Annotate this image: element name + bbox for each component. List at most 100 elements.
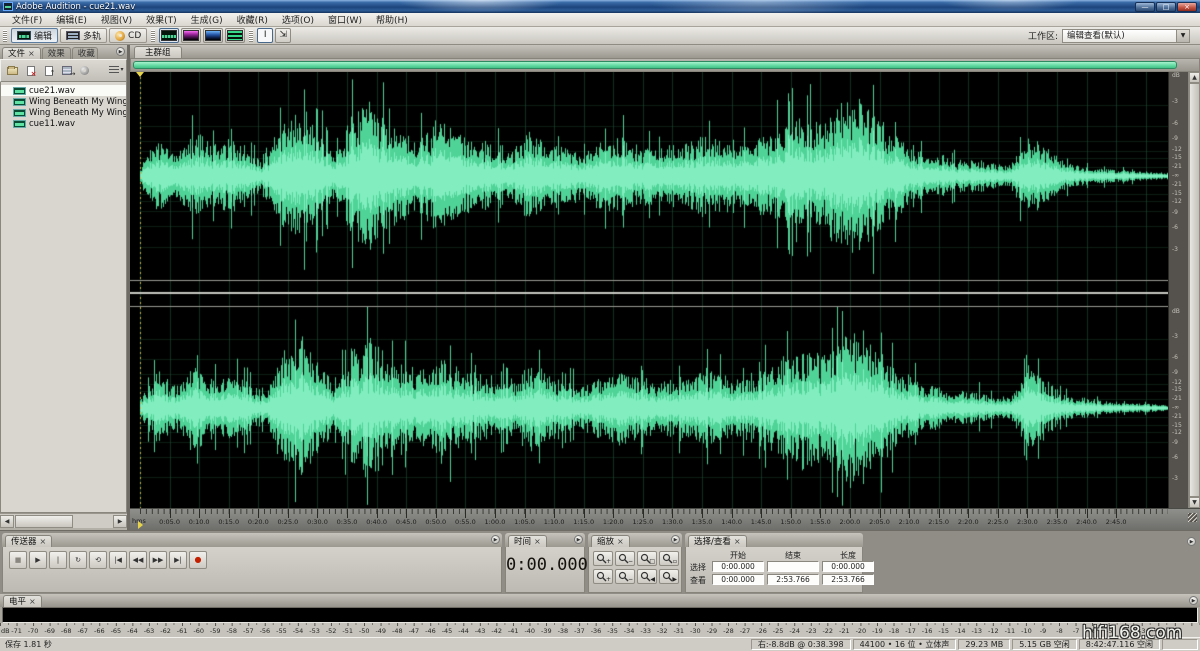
fast-forward-button[interactable]: ▶▶ (149, 551, 167, 569)
length-value-field[interactable]: 0:00.000 (822, 561, 874, 572)
time-tab[interactable]: 时间× (508, 535, 547, 547)
start-value-field[interactable]: 0:00.000 (712, 574, 764, 585)
close-file-button[interactable] (22, 62, 39, 79)
maximize-button[interactable]: □ (1156, 2, 1176, 12)
pause-button[interactable]: ‖ (49, 551, 67, 569)
zoom-in-vertical-button[interactable]: + (593, 569, 613, 584)
close-icon[interactable]: × (534, 537, 541, 546)
record-button[interactable]: ● (189, 551, 207, 569)
files-panel-tab-2[interactable]: 效果 (42, 47, 71, 59)
menu-item[interactable]: 选项(O) (275, 12, 321, 27)
level-tab[interactable]: 电平× (3, 595, 42, 607)
toolbar-grip[interactable] (151, 30, 155, 42)
close-icon[interactable]: × (28, 49, 35, 58)
level-meter-bar[interactable] (2, 607, 1198, 623)
tab-overflow-button[interactable]: ▶ (116, 47, 125, 56)
zoom-out-vertical-button[interactable]: − (615, 569, 635, 584)
vertical-scrollbar-thumb[interactable] (1189, 83, 1200, 497)
cd-view-button[interactable]: CD (109, 28, 147, 43)
spectral-pan-button[interactable] (203, 28, 223, 43)
loop-button[interactable]: ⟲ (89, 551, 107, 569)
playhead-marker-icon[interactable] (136, 72, 144, 77)
file-list-item[interactable]: Wing Beneath My Wings CUE2 (1, 107, 126, 118)
vertical-scrollbar[interactable]: ▲ ▼ (1188, 72, 1200, 508)
zoom-out-horizontal-button[interactable]: − (615, 551, 635, 566)
time-selection-tool-button[interactable]: I (257, 28, 273, 43)
timeline-grip-icon[interactable] (1188, 513, 1197, 522)
menu-item[interactable]: 文件(F) (5, 12, 49, 27)
zoom-selection-right-button[interactable]: ▶ (659, 569, 679, 584)
go-to-end-button[interactable]: ▶| (169, 551, 187, 569)
scroll-down-arrow[interactable]: ▼ (1189, 497, 1200, 508)
zoom-selection-left-button[interactable]: ◀ (637, 569, 657, 584)
toolbar-grip[interactable] (249, 30, 253, 42)
timeline-ruler[interactable]: hms hms 0:05.00:10.00:15.00:20.00:25.00:… (130, 508, 1200, 530)
stereo-waveform-canvas[interactable] (130, 72, 1168, 508)
menu-item[interactable]: 效果(T) (139, 12, 184, 27)
panel-menu-button[interactable]: ▶ (574, 535, 583, 544)
zoom-to-selection-button[interactable]: ▫ (659, 551, 679, 566)
multitrack-view-button[interactable]: 多轨 (60, 28, 107, 43)
main-group-tab[interactable]: 主群组 (134, 46, 182, 58)
minimize-button[interactable]: — (1135, 2, 1155, 12)
menu-item[interactable]: 帮助(H) (369, 12, 415, 27)
start-value-field[interactable]: 0:00.000 (712, 561, 764, 572)
go-to-beginning-button[interactable]: |◀ (109, 551, 127, 569)
spectral-phase-button[interactable] (225, 28, 245, 43)
scroll-left-arrow[interactable]: ◀ (0, 515, 14, 528)
sort-options-button[interactable] (105, 62, 122, 79)
panel-menu-button[interactable]: ▶ (671, 535, 680, 544)
play-looped-button[interactable]: ↻ (69, 551, 87, 569)
end-value-field[interactable]: 2:53.766 (767, 574, 819, 585)
file-list-item[interactable]: Wing Beneath My Wings CUE1 (1, 96, 126, 107)
insert-multitrack-button[interactable] (58, 62, 75, 79)
play-button[interactable]: ▶ (29, 551, 47, 569)
files-horizontal-scrollbar[interactable]: ◀ ▶ (0, 513, 127, 528)
transport-tab[interactable]: 传送器× (5, 535, 52, 547)
toolbar-grip[interactable] (3, 30, 7, 42)
menu-item[interactable]: 窗口(W) (321, 12, 369, 27)
spectral-frequency-button[interactable] (181, 28, 201, 43)
spectral-pan-icon (205, 30, 221, 41)
files-panel-tab-1[interactable]: 文件× (2, 47, 41, 59)
edit-view-button[interactable]: 编辑 (11, 28, 58, 43)
edit-file-button[interactable] (40, 62, 57, 79)
insert-cd-button[interactable] (76, 62, 93, 79)
rewind-button[interactable]: ◀◀ (129, 551, 147, 569)
end-value-field[interactable] (767, 561, 819, 572)
panel-menu-button[interactable]: ▶ (491, 535, 500, 544)
close-icon[interactable]: × (734, 537, 741, 546)
file-list-item[interactable]: cue11.wav (1, 118, 126, 129)
close-icon[interactable]: × (40, 537, 47, 546)
navigator-range-bar[interactable] (133, 61, 1177, 69)
menu-item[interactable]: 编辑(E) (49, 12, 94, 27)
workspace-dropdown[interactable]: 编辑查看(默认) ▼ (1062, 29, 1190, 43)
length-value-field[interactable]: 2:53.766 (822, 574, 874, 585)
scroll-right-arrow[interactable]: ▶ (113, 515, 127, 528)
zoom-tab[interactable]: 缩放× (591, 535, 630, 547)
menu-item[interactable]: 视图(V) (94, 12, 139, 27)
waveform-display-button[interactable] (159, 28, 179, 43)
scrub-tool-button[interactable]: ⇲ (275, 28, 291, 43)
timeline-playhead-icon[interactable] (138, 521, 143, 529)
zoom-out-full-button[interactable]: □ (637, 551, 657, 566)
scrollbar-thumb[interactable] (15, 515, 73, 528)
horizontal-zoom-navigator[interactable] (130, 58, 1200, 72)
stop-button[interactable]: ■ (9, 551, 27, 569)
files-panel-tab-3[interactable]: 收藏 (72, 47, 98, 59)
panel-menu-button[interactable]: ▶ (1187, 537, 1196, 546)
menu-item[interactable]: 收藏(R) (230, 12, 275, 27)
close-button[interactable]: × (1177, 2, 1197, 12)
selection-view-tab[interactable]: 选择/查看× (688, 535, 747, 547)
panel-menu-button[interactable]: ▶ (1189, 596, 1198, 605)
close-icon[interactable]: × (617, 537, 624, 546)
import-file-button[interactable] (4, 62, 21, 79)
zoom-modifier-glyph: ▫ (673, 559, 677, 565)
file-list-item[interactable]: cue21.wav (1, 85, 126, 96)
amplitude-ruler[interactable]: dB-3-3-6-6-9-9-12-12-15-15-21-21-∞dB-3-3… (1168, 72, 1188, 508)
waveform-display[interactable]: dB-3-3-6-6-9-9-12-12-15-15-21-21-∞dB-3-3… (130, 72, 1200, 508)
scroll-up-arrow[interactable]: ▲ (1189, 72, 1200, 83)
close-icon[interactable]: × (29, 597, 36, 606)
menu-item[interactable]: 生成(G) (184, 12, 230, 27)
zoom-in-horizontal-button[interactable]: + (593, 551, 613, 566)
